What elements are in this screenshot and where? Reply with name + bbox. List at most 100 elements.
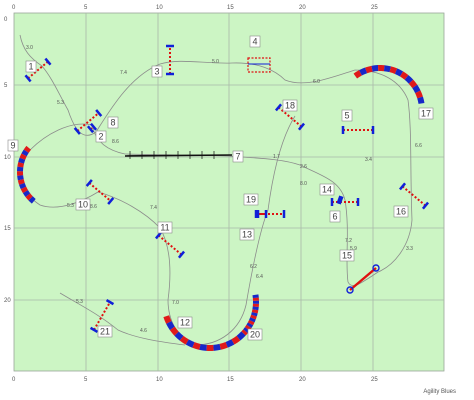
tunnel-segment — [359, 67, 368, 76]
distance-label: 7.4 — [120, 70, 127, 76]
tunnel-segment — [174, 331, 184, 341]
obstacle-number: 19 — [246, 195, 256, 205]
tunnel-segment — [22, 190, 31, 197]
x-axis-tick-label: 0 — [12, 377, 16, 383]
tunnel-segment — [353, 70, 362, 79]
tunnel-segment — [28, 196, 36, 204]
tunnel-segment — [251, 309, 259, 314]
y-axis-tick-label: 10 — [4, 155, 11, 161]
tunnel-segment — [17, 162, 25, 168]
tunnel-segment — [219, 342, 228, 350]
tunnel-segment — [185, 339, 195, 348]
tunnel-segment — [247, 319, 255, 326]
obstacle-number: 12 — [180, 318, 190, 328]
tunnel-segment — [408, 79, 418, 89]
obstacle-number: 4 — [252, 37, 257, 47]
tunnel-segment — [179, 335, 189, 345]
tunnel-segment — [417, 96, 425, 104]
tunnel-segment — [225, 339, 235, 348]
distance-label: 6.6 — [415, 143, 422, 149]
obstacle-number: 21 — [100, 327, 110, 337]
tunnel-segment — [371, 65, 379, 72]
tunnel-segment — [21, 149, 29, 157]
tunnel-segment — [231, 335, 241, 345]
obstacle-number: 2 — [98, 132, 103, 142]
tunnel-segment — [243, 327, 250, 334]
x-axis-tick-label: 10 — [156, 5, 163, 11]
course-map: 0055101015152020252505101520 3.05.37.45.… — [4, 5, 445, 383]
tunnel-segment — [163, 315, 172, 324]
tunnel-segment — [383, 65, 391, 73]
obstacle-number: 3 — [154, 67, 159, 77]
tunnel-segment — [246, 322, 254, 328]
x-axis-tick-label: 20 — [299, 5, 306, 11]
x-axis-tick-label: 15 — [227, 377, 234, 383]
y-axis-tick-label: 5 — [4, 83, 8, 89]
tunnel-segment — [18, 157, 26, 164]
distance-label: 5.3 — [76, 299, 83, 305]
obstacle-number: 5 — [344, 111, 349, 121]
tunnel-segment — [199, 343, 207, 351]
x-axis-tick-label: 20 — [299, 377, 306, 383]
distance-label: 1.7 — [273, 154, 280, 160]
tunnel-segment — [251, 311, 258, 317]
obstacle-number: 17 — [421, 109, 431, 119]
tunnel-segment — [241, 329, 248, 336]
distance-label: 7.2 — [345, 238, 352, 244]
y-axis-tick-label: 0 — [4, 17, 8, 23]
tunnel-segment — [365, 65, 373, 74]
distance-label: 5.0 — [212, 59, 219, 65]
tunnel-segment — [404, 75, 414, 84]
tunnel-segment — [389, 66, 398, 74]
obstacle-number: 15 — [342, 251, 352, 261]
x-axis-tick-label: 10 — [156, 377, 163, 383]
tunnel-segment — [23, 145, 32, 153]
distance-label: 6.0 — [313, 79, 320, 85]
distance-label: 2.6 — [300, 164, 307, 170]
distance-label: 8.6 — [112, 139, 119, 145]
obstacle-number: 6 — [332, 212, 337, 222]
distance-label: 3.4 — [365, 157, 372, 163]
tunnel-segment — [19, 153, 27, 160]
obstacle-number: 14 — [322, 185, 332, 195]
distance-label: 3.3 — [406, 246, 413, 252]
x-axis-tick-label: 0 — [12, 5, 16, 11]
x-axis-tick-label: 25 — [371, 377, 378, 383]
tunnel-segment — [244, 324, 252, 331]
tunnel-segment — [17, 175, 24, 181]
x-axis-tick-label: 5 — [84, 5, 88, 11]
tunnel-segment — [213, 343, 221, 351]
tunnel-segment — [17, 179, 25, 185]
x-axis-tick-label: 25 — [371, 5, 378, 11]
y-axis-tick-label: 20 — [4, 298, 11, 304]
distance-label: 3.0 — [26, 45, 33, 51]
obstacle-number: 18 — [285, 101, 295, 111]
distance-label: 5.3 — [67, 203, 74, 209]
tunnel-segment — [192, 342, 201, 350]
obstacle-number: 1 — [28, 62, 33, 72]
tunnel-segment — [394, 68, 404, 77]
distance-label: 8.0 — [300, 181, 307, 187]
tunnel-segment — [166, 321, 175, 331]
distance-label: 8.6 — [90, 204, 97, 210]
obstacle-number: 20 — [250, 330, 260, 340]
distance-label: 7.0 — [172, 300, 179, 306]
obstacle-number: 9 — [10, 141, 15, 151]
obstacle-number: 8 — [110, 118, 115, 128]
dogwalk-plank — [124, 154, 233, 157]
y-axis-tick-label: 15 — [4, 226, 11, 232]
credit-text: Agility Blues — [423, 389, 456, 395]
distance-label: 4.6 — [140, 328, 147, 334]
tunnel-segment — [19, 182, 27, 190]
tunnel-segment — [25, 193, 33, 201]
distance-label: 7.4 — [150, 205, 157, 211]
tunnel-segment — [236, 331, 246, 341]
distance-label: 5.3 — [57, 100, 64, 106]
tunnel-segment — [169, 326, 179, 336]
obstacle-number: 13 — [242, 230, 252, 240]
obstacle-number: 7 — [235, 152, 240, 162]
tunnel-segment — [415, 90, 423, 99]
tunnel-segment — [249, 317, 256, 323]
obstacle-number: 10 — [78, 200, 88, 210]
tunnel-segment — [250, 314, 257, 320]
